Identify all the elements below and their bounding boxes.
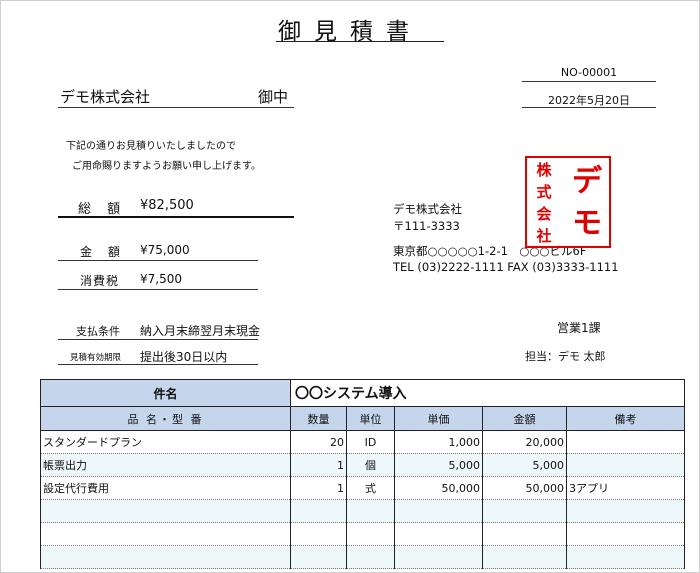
cell-unit-price <box>394 522 483 546</box>
total-underline <box>58 216 294 218</box>
message-line-2: ご用命賜りますようお願い申し上げます。 <box>72 161 261 172</box>
person-in-charge: 担当：デモ 太郎 <box>525 350 606 363</box>
cell-amount: 50,000 <box>482 476 567 500</box>
issuer-contact: TEL (03)2222-1111 FAX (03)3333-1111 <box>393 260 619 274</box>
amount-underline <box>58 260 258 261</box>
cell-unit <box>346 545 395 569</box>
cell-remarks: 3アプリ <box>566 476 685 500</box>
cell-unit-price <box>394 499 483 523</box>
cell-remarks <box>566 545 685 569</box>
cell-unit-price: 50,000 <box>394 476 483 500</box>
subject-value: 〇〇システム導入 <box>290 379 685 407</box>
payment-underline <box>58 339 258 340</box>
cell-unit-price: 1,000 <box>394 430 483 454</box>
cell-quantity: 20 <box>290 430 347 454</box>
company-seal-stamp: 株 式 会 社 デ モ <box>525 156 611 248</box>
validity-underline <box>58 364 258 365</box>
stamp-char: 式 <box>536 183 552 201</box>
document-date: 2022年5月20日 <box>548 94 630 107</box>
total-label: 総 額 <box>78 202 127 217</box>
payment-value: 納入月末締翌月末現金 <box>140 324 261 338</box>
table-row <box>40 522 685 546</box>
client-suffix: 御中 <box>258 88 289 106</box>
estimate-table: 件名 〇〇システム導入 品 名・型 番 数量 単位 単価 金額 備考 スタンダー… <box>40 379 685 569</box>
amount-label: 金 額 <box>80 245 126 259</box>
cell-remarks <box>566 499 685 523</box>
tax-underline <box>58 289 258 290</box>
table-row: スタンダードプラン 20 ID 1,000 20,000 <box>40 430 685 454</box>
stamp-char: 社 <box>536 227 552 245</box>
table-row <box>40 545 685 569</box>
document-number: NO-00001 <box>560 66 618 79</box>
issuer-postal: 〒111-3333 <box>393 219 460 233</box>
cell-quantity <box>290 522 347 546</box>
cell-remarks <box>566 453 685 477</box>
cell-remarks <box>566 522 685 546</box>
department: 営業1課 <box>557 321 601 335</box>
stamp-char: 株 <box>536 161 552 179</box>
table-row <box>40 499 685 523</box>
cell-amount <box>482 545 567 569</box>
total-value: ¥82,500 <box>140 198 194 213</box>
message-line-1: 下記の通りお見積りいたしましたので <box>66 141 236 152</box>
cell-quantity: 1 <box>290 476 347 500</box>
cell-quantity <box>290 545 347 569</box>
cell-item-name: スタンダードプラン <box>40 430 291 454</box>
header-amount: 金額 <box>482 406 567 431</box>
cell-amount: 5,000 <box>482 453 567 477</box>
validity-value: 提出後30日以内 <box>140 350 228 364</box>
cell-unit-price: 5,000 <box>394 453 483 477</box>
header-remarks: 備考 <box>566 406 685 431</box>
date-divider <box>522 107 656 108</box>
header-unit: 単位 <box>346 406 395 431</box>
cell-unit <box>346 499 395 523</box>
cell-unit <box>346 522 395 546</box>
cell-quantity <box>290 499 347 523</box>
cell-quantity: 1 <box>290 453 347 477</box>
cell-unit: 式 <box>346 476 395 500</box>
table-row: 帳票出力 1 個 5,000 5,000 <box>40 453 685 477</box>
cell-item-name <box>40 545 291 569</box>
client-name: デモ株式会社 <box>60 88 151 106</box>
cell-amount <box>482 522 567 546</box>
title-underline <box>276 41 444 42</box>
cell-unit-price <box>394 545 483 569</box>
subject-row: 件名 〇〇システム導入 <box>40 379 685 407</box>
issuer-name: デモ株式会社 <box>393 202 462 216</box>
client-underline <box>58 107 294 108</box>
stamp-char: 会 <box>536 205 552 223</box>
tax-label: 消費税 <box>80 274 120 288</box>
table-header-row: 品 名・型 番 数量 単位 単価 金額 備考 <box>40 406 685 431</box>
table-row: 設定代行費用 1 式 50,000 50,000 3アプリ <box>40 476 685 500</box>
cell-item-name <box>40 499 291 523</box>
header-unit-price: 単価 <box>394 406 483 431</box>
stamp-char: デ <box>572 164 602 199</box>
number-divider <box>522 81 656 82</box>
cell-item-name: 帳票出力 <box>40 453 291 477</box>
cell-item-name <box>40 522 291 546</box>
stamp-char: モ <box>572 206 602 241</box>
cell-item-name: 設定代行費用 <box>40 476 291 500</box>
validity-label: 見積有効期限 <box>70 353 122 363</box>
cell-amount: 20,000 <box>482 430 567 454</box>
amount-value: ¥75,000 <box>140 243 190 257</box>
header-item-name: 品 名・型 番 <box>40 406 291 431</box>
cell-remarks <box>566 430 685 454</box>
tax-value: ¥7,500 <box>140 272 182 286</box>
cell-unit: 個 <box>346 453 395 477</box>
header-quantity: 数量 <box>290 406 347 431</box>
payment-label: 支払条件 <box>76 325 120 338</box>
cell-amount <box>482 499 567 523</box>
subject-label: 件名 <box>40 379 291 407</box>
cell-unit: ID <box>346 430 395 454</box>
